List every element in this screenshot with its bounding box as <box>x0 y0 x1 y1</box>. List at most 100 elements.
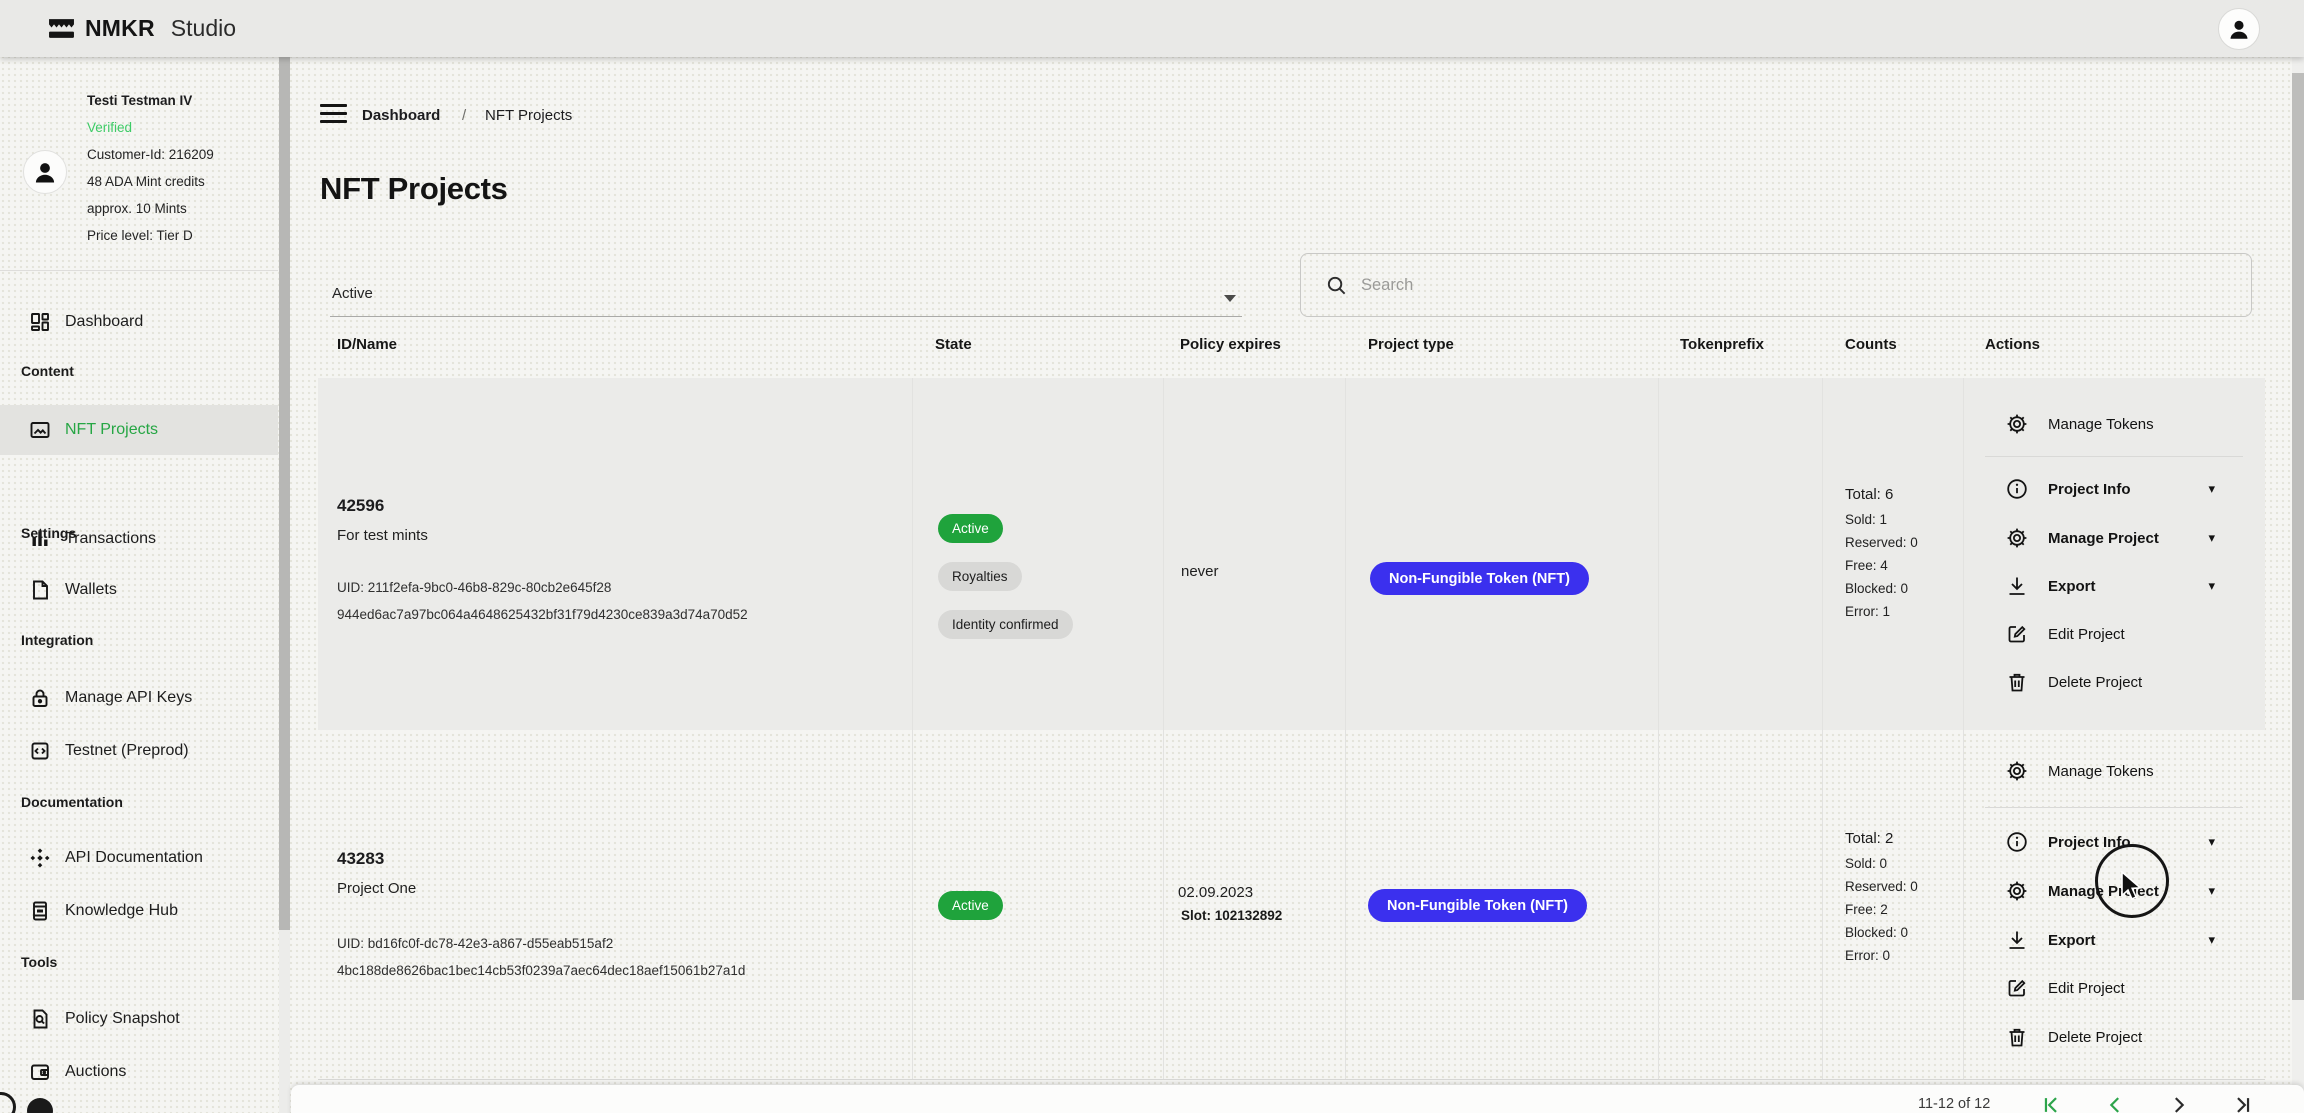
column-header-project-type[interactable]: Project type <box>1368 336 1454 353</box>
dashboard-icon <box>28 310 52 334</box>
action-label: Edit Project <box>2048 980 2125 997</box>
status-filter-select[interactable]: Active <box>330 283 1242 317</box>
nmkr-logo-icon <box>48 15 75 42</box>
search-input[interactable] <box>1361 276 2221 295</box>
action-project-info[interactable]: Project Info ▾ <box>1985 469 2255 509</box>
column-divider <box>1822 378 1823 1079</box>
main-scrollbar-thumb[interactable] <box>2292 73 2304 1000</box>
column-header-id-name[interactable]: ID/Name <box>337 336 397 353</box>
sidebar-heading-integration: Integration <box>21 632 93 648</box>
sidebar-item-knowledge-hub[interactable]: Knowledge Hub <box>0 889 278 933</box>
sidebar-item-label: Dashboard <box>65 313 143 331</box>
customer-id: Customer-Id: 216209 <box>87 147 214 162</box>
project-name: Project One <box>337 880 416 897</box>
policy-expires-value: 02.09.2023 <box>1178 884 1253 901</box>
main-scrollbar[interactable] <box>2292 57 2304 1113</box>
sidebar-heading-tools: Tools <box>21 954 57 970</box>
column-header-state[interactable]: State <box>935 336 972 353</box>
sidebar-item-dashboard[interactable]: Dashboard <box>0 300 278 344</box>
column-divider <box>1345 378 1346 1079</box>
top-bar: NMKR Studio <box>0 0 2304 57</box>
sidebar-item-label: Manage API Keys <box>65 689 192 707</box>
first-page-button[interactable] <box>2040 1094 2062 1113</box>
chevron-right-icon <box>2168 1094 2190 1113</box>
column-header-tokenprefix[interactable]: Tokenprefix <box>1680 336 1764 353</box>
last-page-button[interactable] <box>2232 1094 2254 1113</box>
counts-cell: Total: 6 Sold: 1 Reserved: 0 Free: 4 Blo… <box>1845 486 1985 623</box>
project-id[interactable]: 42596 <box>337 496 384 516</box>
brand-name: NMKR <box>85 15 155 42</box>
sidebar-scrollbar[interactable] <box>279 57 290 1113</box>
menu-toggle-icon[interactable] <box>320 104 347 124</box>
sidebar-item-api-documentation[interactable]: API Documentation <box>0 836 278 880</box>
column-header-counts[interactable]: Counts <box>1845 336 1897 353</box>
action-delete-project[interactable]: Delete Project <box>1985 662 2255 702</box>
count-reserved: Reserved: 0 <box>1845 875 1985 898</box>
divider <box>1985 456 2243 457</box>
sidebar-heading-content: Content <box>21 363 74 379</box>
project-uid-line2: 944ed6ac7a97bc064a4648625432bf31f79d4230… <box>337 607 748 622</box>
approx-mints: approx. 10 Mints <box>87 201 187 216</box>
column-header-policy-expires[interactable]: Policy expires <box>1180 336 1281 353</box>
action-edit-project[interactable]: Edit Project <box>1985 968 2255 1008</box>
verified-badge: Verified <box>87 120 132 135</box>
breadcrumb-nft-projects[interactable]: NFT Projects <box>485 107 572 124</box>
breadcrumb-dashboard[interactable]: Dashboard <box>362 107 440 124</box>
action-delete-project[interactable]: Delete Project <box>1985 1017 2255 1057</box>
profile-avatar[interactable] <box>23 150 67 194</box>
sidebar-item-policy-snapshot[interactable]: Policy Snapshot <box>0 997 278 1041</box>
trash-icon <box>2005 670 2029 694</box>
policy-expires-value: never <box>1181 563 1219 580</box>
book-icon <box>28 899 52 923</box>
nmkr-studio-app: { "topbar": { "brand_bold": "NMKR", "bra… <box>0 0 2304 1113</box>
count-reserved: Reserved: 0 <box>1845 531 1985 554</box>
project-uid-line1: UID: bd16fc0f-dc78-42e3-a867-d55eab515af… <box>337 936 613 951</box>
action-export[interactable]: Export ▾ <box>1985 566 2255 606</box>
column-divider <box>1963 378 1964 1079</box>
action-export[interactable]: Export ▾ <box>1985 920 2255 960</box>
column-divider <box>1163 378 1164 1079</box>
action-label: Export <box>2048 578 2096 595</box>
next-page-button[interactable] <box>2168 1094 2190 1113</box>
count-sold: Sold: 1 <box>1845 508 1985 531</box>
action-manage-tokens[interactable]: Manage Tokens <box>1985 751 2255 791</box>
page-title: NFT Projects <box>320 171 508 207</box>
gear-icon <box>2005 526 2029 550</box>
status-badge-royalties: Royalties <box>938 562 1022 591</box>
action-manage-tokens[interactable]: Manage Tokens <box>1985 404 2255 444</box>
sidebar-item-auctions[interactable]: Auctions <box>0 1050 278 1094</box>
person-icon <box>2226 16 2252 42</box>
count-free: Free: 4 <box>1845 554 1985 577</box>
user-avatar[interactable] <box>2218 8 2260 50</box>
sidebar-item-testnet[interactable]: Testnet (Preprod) <box>0 729 278 773</box>
chevron-down-icon: ▾ <box>2208 530 2215 546</box>
code-clipboard-icon <box>28 739 52 763</box>
search-box[interactable] <box>1300 253 2252 317</box>
nmkr-logo[interactable]: NMKR Studio <box>48 15 236 42</box>
download-icon <box>2005 574 2029 598</box>
chevron-down-icon: ▾ <box>2208 932 2215 948</box>
sidebar-item-manage-api-keys[interactable]: Manage API Keys <box>0 676 278 720</box>
project-id[interactable]: 43283 <box>337 849 384 869</box>
lock-icon <box>28 686 52 710</box>
action-manage-project[interactable]: Manage Project ▾ <box>1985 518 2255 558</box>
action-label: Export <box>2048 932 2096 949</box>
chevron-down-icon <box>1224 295 1236 302</box>
count-free: Free: 2 <box>1845 898 1985 921</box>
sidebar-item-label: Wallets <box>65 581 117 599</box>
brand-suffix: Studio <box>171 15 236 42</box>
project-type-badge: Non-Fungible Token (NFT) <box>1368 889 1587 922</box>
count-total: Total: 6 <box>1845 486 1985 503</box>
divider <box>0 270 278 271</box>
action-edit-project[interactable]: Edit Project <box>1985 614 2255 654</box>
person-icon <box>31 158 59 186</box>
gear-icon <box>2005 879 2029 903</box>
previous-page-button[interactable] <box>2104 1094 2126 1113</box>
action-label: Manage Project <box>2048 530 2159 547</box>
column-header-actions[interactable]: Actions <box>1985 336 2040 353</box>
sidebar-scrollbar-thumb[interactable] <box>279 57 290 930</box>
sidebar-item-nft-projects[interactable]: NFT Projects <box>0 405 278 455</box>
chevron-down-icon: ▾ <box>2208 834 2215 850</box>
sidebar-item-wallets[interactable]: Wallets <box>0 568 278 612</box>
profile-name: Testi Testman IV <box>87 93 192 108</box>
